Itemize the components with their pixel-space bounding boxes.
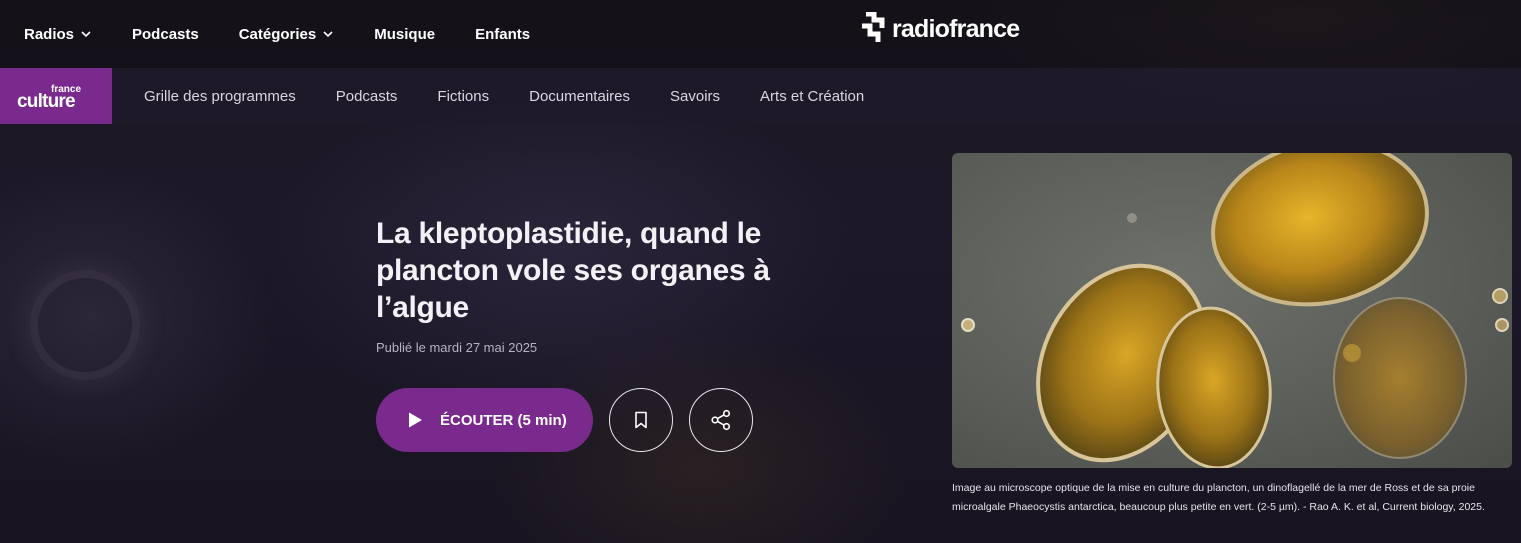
top-bar: Radios Podcasts Catégories Musique Enfan… [0,0,1521,68]
radiofrance-wordmark: radiofrance [892,14,1020,43]
station-nav-documentaires[interactable]: Documentaires [529,88,630,105]
top-nav-label: Podcasts [132,25,199,43]
top-nav: Radios Podcasts Catégories Musique Enfan… [0,0,570,68]
share-button[interactable] [689,388,753,452]
top-nav-label: Catégories [238,25,317,43]
top-nav-categories[interactable]: Catégories [239,26,335,43]
article-image [952,153,1512,468]
logo-culture-text: culture [17,91,76,112]
top-nav-label: Enfants [475,25,531,43]
listen-label: ÉCOUTER [440,411,514,429]
top-nav-podcasts[interactable]: Podcasts [132,26,199,43]
station-nav-arts[interactable]: Arts et Création [760,88,864,105]
listen-duration: (5 min) [517,411,567,429]
publish-date: Publié le mardi 27 mai 2025 [376,340,538,355]
listen-button[interactable]: ÉCOUTER (5 min) [376,388,593,452]
share-icon [711,409,731,431]
top-nav-radios[interactable]: Radios [24,26,92,43]
station-nav-bar: france culture Grille des programmes Pod… [0,68,1521,124]
article-title: La kleptoplastidie, quand le plancton vo… [376,217,770,324]
top-nav-musique[interactable]: Musique [374,26,435,43]
station-nav-savoirs[interactable]: Savoirs [670,88,720,105]
top-nav-label: Musique [374,25,436,43]
top-nav-enfants[interactable]: Enfants [475,26,530,43]
chevron-down-icon [81,31,91,38]
bookmark-button[interactable] [609,388,673,452]
station-nav: Grille des programmes Podcasts Fictions … [112,88,904,105]
radiofrance-mark-icon [862,12,885,42]
play-icon [409,412,422,428]
top-nav-label: Radios [24,25,75,43]
image-caption: Image au microscope optique de la mise e… [952,482,1485,513]
listen-button-label: ÉCOUTER (5 min) [440,412,567,429]
bookmark-icon [635,411,647,429]
station-nav-podcasts[interactable]: Podcasts [336,88,398,105]
station-nav-fictions[interactable]: Fictions [437,88,489,105]
microscope-image [961,153,1509,468]
radiofrance-logo[interactable]: radiofrance [860,12,1020,46]
background-blur-cell [30,270,140,380]
chevron-down-icon [323,31,333,38]
france-culture-logo[interactable]: france culture [0,68,112,124]
station-nav-grille[interactable]: Grille des programmes [144,88,296,105]
